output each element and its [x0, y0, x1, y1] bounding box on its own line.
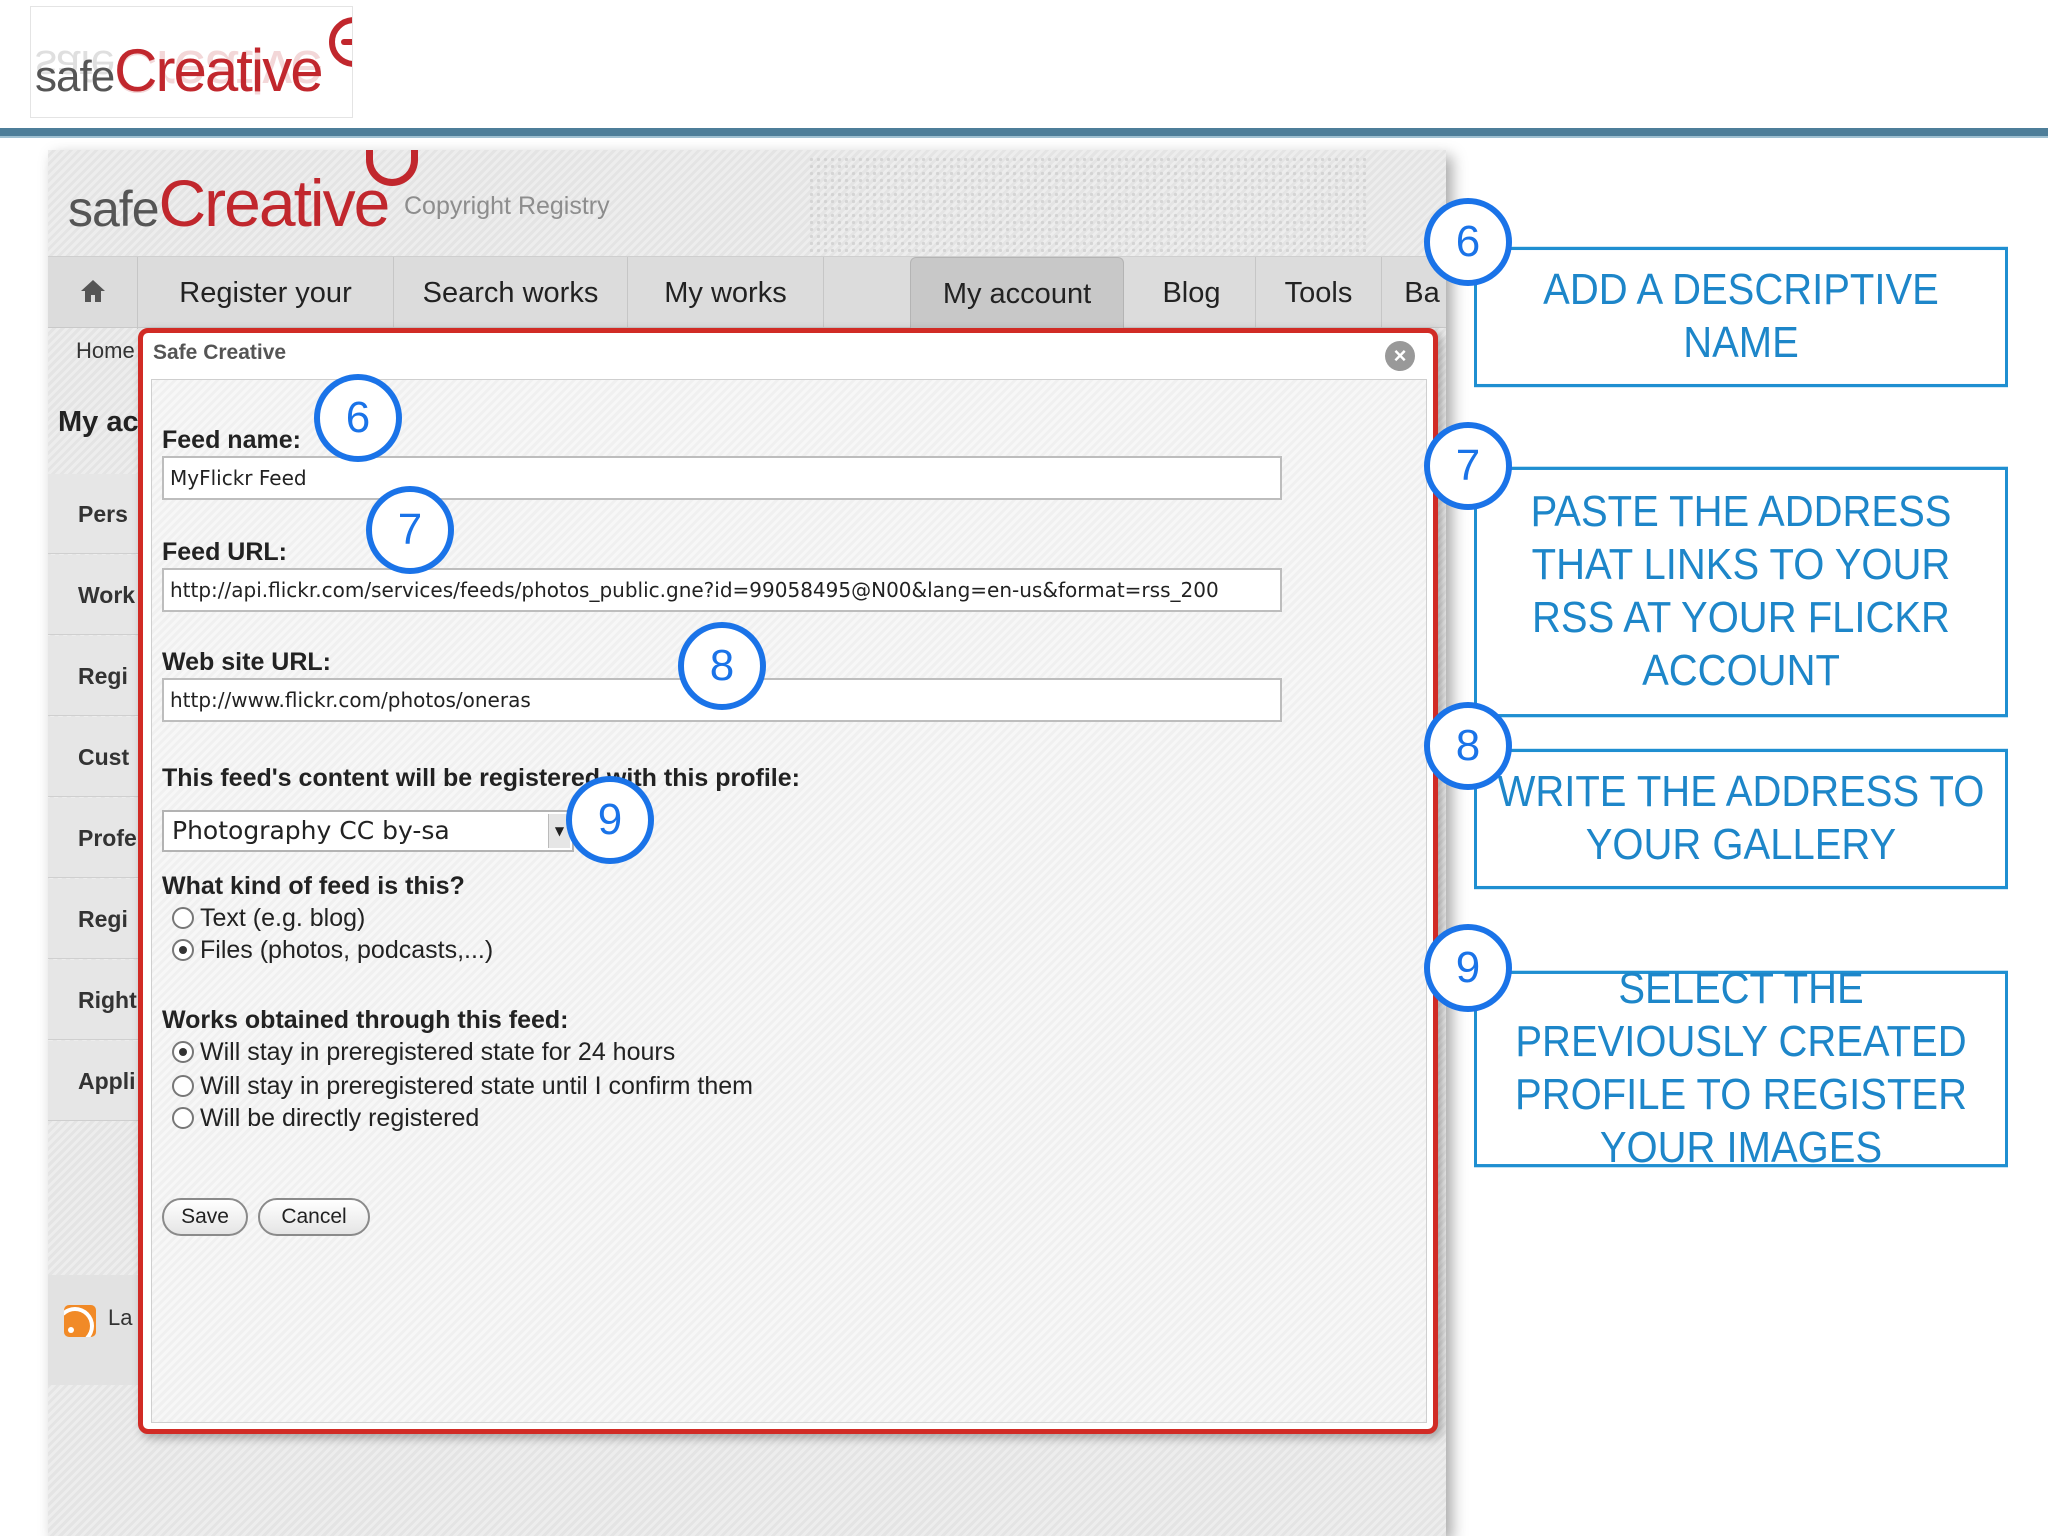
feed-name-input[interactable]: MyFlickr Feed: [162, 456, 1282, 500]
callout-9: SELECT THE PREVIOUSLY CREATED PROFILE TO…: [1474, 966, 2008, 1171]
site-logo[interactable]: safeCreative: [68, 170, 390, 236]
radio-button[interactable]: [172, 939, 194, 961]
callout-number-8: 8: [1424, 702, 1512, 790]
site-tagline: Copyright Registry: [404, 192, 610, 220]
slide-logo: safeCreative safeCreative: [30, 6, 353, 118]
home-icon: [81, 280, 105, 302]
works-confirm-option[interactable]: Will stay in preregistered state until I…: [172, 1072, 753, 1101]
feed-kind-label: What kind of feed is this?: [162, 872, 465, 900]
callout-6: ADD A DESCRIPTIVE NAME: [1474, 246, 2008, 388]
website-screenshot: safeCreative Copyright Registry Register…: [48, 150, 1446, 1536]
breadcrumb[interactable]: Home: [76, 338, 135, 364]
feed-url-input[interactable]: http://api.flickr.com/services/feeds/pho…: [162, 568, 1282, 612]
radio-button[interactable]: [172, 907, 194, 929]
radio-label: Will be directly registered: [200, 1104, 480, 1132]
profile-label: This feed's content will be registered w…: [162, 764, 800, 792]
nav-my-account[interactable]: My account: [910, 257, 1124, 329]
slide-header-rule: [0, 128, 2048, 138]
profile-select-value: Photography CC by-sa: [172, 816, 450, 845]
rss-icon[interactable]: [64, 1305, 96, 1337]
cancel-button[interactable]: Cancel: [258, 1198, 370, 1236]
rss-link[interactable]: La: [108, 1305, 132, 1331]
radio-label: Text (e.g. blog): [200, 904, 366, 932]
callout-number-9: 9: [1424, 924, 1512, 1012]
radio-button[interactable]: [172, 1075, 194, 1097]
sidebar-title: My ac: [58, 406, 139, 438]
profile-select[interactable]: Photography CC by-sa ▼: [162, 810, 574, 852]
step-marker-7: 7: [366, 486, 454, 574]
safecreative-mark-icon: [329, 17, 352, 67]
main-nav: Register your works Search works My work…: [48, 256, 1446, 381]
callout-number-7: 7: [1424, 422, 1512, 510]
nav-register-your-works[interactable]: Register your works: [138, 257, 394, 381]
slide-logo-reflection: safeCreative: [35, 38, 322, 105]
nav-tools[interactable]: Tools: [1256, 257, 1382, 329]
close-icon[interactable]: ×: [1385, 341, 1415, 371]
nav-home[interactable]: [48, 257, 138, 329]
nav-my-works[interactable]: My works: [628, 257, 824, 329]
feed-name-label: Feed name:: [162, 426, 301, 454]
save-button[interactable]: Save: [162, 1198, 248, 1236]
dialog-title: Safe Creative: [153, 341, 287, 364]
works-24h-option[interactable]: Will stay in preregistered state for 24 …: [172, 1038, 675, 1067]
step-marker-6: 6: [314, 374, 402, 462]
nav-search-works[interactable]: Search works: [394, 257, 628, 329]
feed-url-label: Feed URL:: [162, 538, 287, 566]
works-label: Works obtained through this feed:: [162, 1006, 569, 1034]
step-marker-8: 8: [678, 622, 766, 710]
website-url-label: Web site URL:: [162, 648, 331, 676]
callout-8: WRITE THE ADDRESS TO YOUR GALLERY: [1474, 748, 2008, 890]
dialog-body: Feed name: MyFlickr Feed Feed URL: http:…: [151, 379, 1427, 1423]
radio-button[interactable]: [172, 1041, 194, 1063]
radio-label: Will stay in preregistered state for 24 …: [200, 1038, 676, 1066]
site-header: safeCreative Copyright Registry: [48, 150, 1446, 256]
nav-blog[interactable]: Blog: [1128, 257, 1256, 329]
radio-label: Files (photos, podcasts,...): [200, 936, 494, 964]
radio-label: Will stay in preregistered state until I…: [200, 1072, 753, 1100]
feed-kind-text-option[interactable]: Text (e.g. blog): [172, 904, 365, 933]
step-marker-9: 9: [566, 776, 654, 864]
world-map-decoration: [808, 156, 1368, 252]
slide: safeCreative safeCreative safeCreative C…: [0, 0, 2048, 1536]
radio-button[interactable]: [172, 1107, 194, 1129]
callout-number-6: 6: [1424, 198, 1512, 286]
feed-dialog: Safe Creative × Feed name: MyFlickr Feed…: [138, 328, 1438, 1434]
callout-7: PASTE THE ADDRESS THAT LINKS TO YOUR RSS…: [1474, 466, 2008, 718]
feed-kind-files-option[interactable]: Files (photos, podcasts,...): [172, 936, 493, 965]
works-direct-option[interactable]: Will be directly registered: [172, 1104, 479, 1133]
